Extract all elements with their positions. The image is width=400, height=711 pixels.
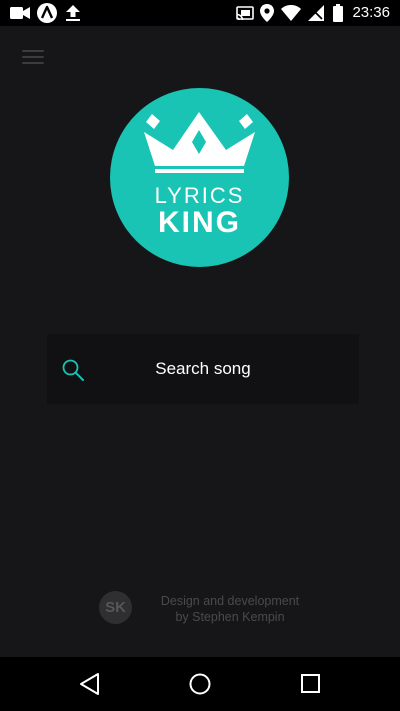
app-notification-icon [37, 3, 57, 23]
search-song-button[interactable]: Search song [47, 334, 359, 404]
developer-credit: Design and development by Stephen Kempin [140, 593, 320, 625]
wifi-icon [281, 5, 301, 21]
credit-line-1: Design and development [160, 594, 300, 608]
recents-icon[interactable] [300, 673, 322, 695]
logo-text-lyrics: LYRICS [154, 183, 245, 208]
battery-icon [333, 4, 343, 22]
video-camera-icon [10, 7, 30, 19]
location-icon [260, 4, 274, 22]
no-signal-icon [308, 5, 324, 21]
credit-line-2: by Stephen Kempin [175, 610, 285, 624]
lyrics-king-logo: LYRICS KING [110, 88, 289, 267]
home-icon[interactable] [188, 672, 212, 696]
navigation-bar [0, 657, 400, 711]
cast-icon [236, 6, 254, 20]
status-bar: 23:36 [0, 0, 400, 26]
upload-icon [66, 5, 80, 21]
hamburger-menu-icon[interactable] [20, 48, 46, 68]
logo-text-king: KING [158, 206, 241, 239]
crown-icon [144, 112, 255, 173]
developer-avatar: SK [99, 591, 132, 624]
search-label: Search song [155, 359, 251, 378]
status-time: 23:36 [352, 4, 390, 21]
back-icon[interactable] [79, 672, 101, 696]
app-screen: 23:36 LYRICS KING Search song SK Design … [0, 0, 400, 711]
